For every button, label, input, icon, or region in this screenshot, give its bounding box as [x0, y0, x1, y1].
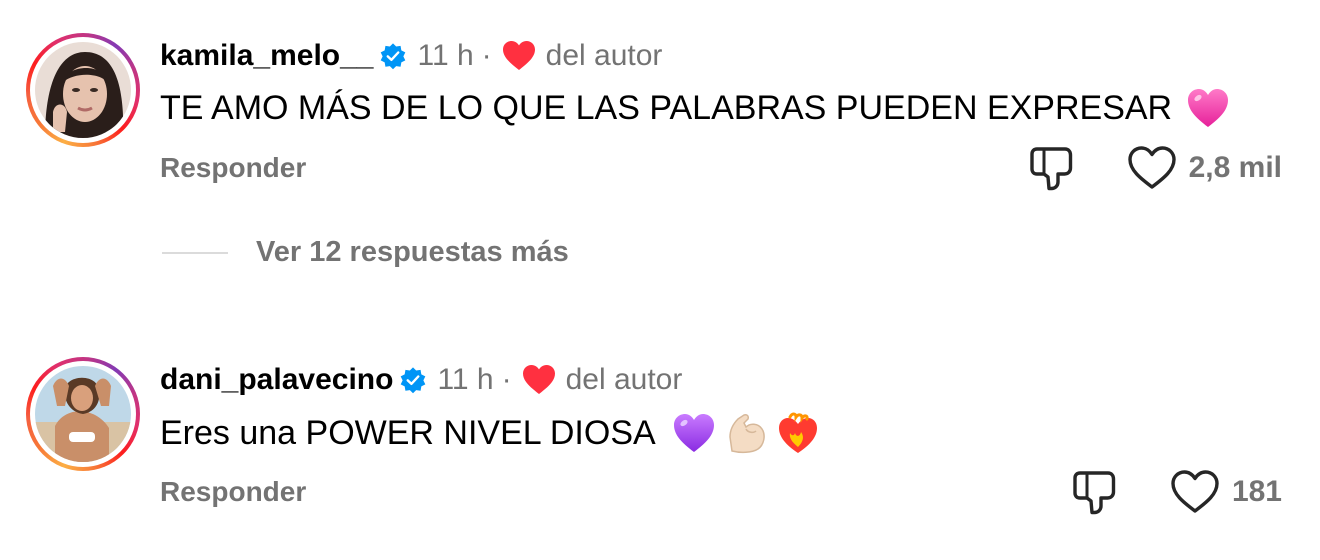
heart-on-fire-icon	[778, 412, 817, 453]
comment-text: Eres una POWER NIVEL DIOSA	[160, 413, 656, 452]
view-more-replies-button[interactable]: Ver 12 respuestas más	[162, 236, 569, 269]
author-liked-label: del autor	[565, 363, 683, 396]
avatar[interactable]	[35, 366, 131, 462]
verified-badge-icon	[381, 43, 406, 70]
replies-divider-line	[162, 251, 228, 254]
story-ring[interactable]	[26, 357, 140, 471]
pink-heart-icon	[1188, 89, 1229, 127]
reply-button[interactable]: Responder	[160, 476, 306, 508]
avatar[interactable]	[35, 42, 131, 138]
author-liked-heart-icon	[522, 365, 555, 394]
separator-dot: ·	[481, 39, 492, 72]
reply-button[interactable]: Responder	[160, 152, 306, 184]
like-heart-icon[interactable]	[1127, 145, 1177, 191]
verified-badge-icon	[401, 367, 426, 394]
comment-item: dani_palavecino 11 h · del autor Eres un…	[0, 350, 1320, 550]
purple-heart-icon	[673, 414, 714, 452]
like-heart-icon[interactable]	[1170, 469, 1220, 515]
comment-username[interactable]: kamila_melo__	[160, 39, 373, 73]
author-liked-heart-icon	[502, 41, 535, 70]
comment-text: TE AMO MÁS DE LO QUE LAS PALABRAS PUEDEN…	[160, 88, 1173, 127]
like-count: 181	[1231, 475, 1282, 508]
dislike-icon[interactable]	[1072, 468, 1116, 516]
separator-dot: ·	[501, 363, 512, 396]
dislike-icon[interactable]	[1029, 144, 1073, 192]
story-ring[interactable]	[26, 33, 140, 147]
author-liked-label: del autor	[545, 39, 663, 72]
flexed-biceps-icon	[728, 414, 765, 454]
like-count: 2,8 mil	[1188, 151, 1282, 184]
comment-timestamp: 11 h	[437, 363, 494, 396]
comment-item: kamila_melo__ 11 h · del autor TE AMO MÁ…	[0, 0, 1320, 220]
view-more-replies-label[interactable]: Ver 12 respuestas más	[256, 236, 569, 269]
comment-timestamp: 11 h	[417, 39, 474, 72]
comment-text-row: Eres una POWER NIVEL DIOSA	[160, 407, 820, 459]
comment-text-row: TE AMO MÁS DE LO QUE LAS PALABRAS PUEDEN…	[160, 82, 1230, 134]
comment-username[interactable]: dani_palavecino	[160, 363, 393, 397]
